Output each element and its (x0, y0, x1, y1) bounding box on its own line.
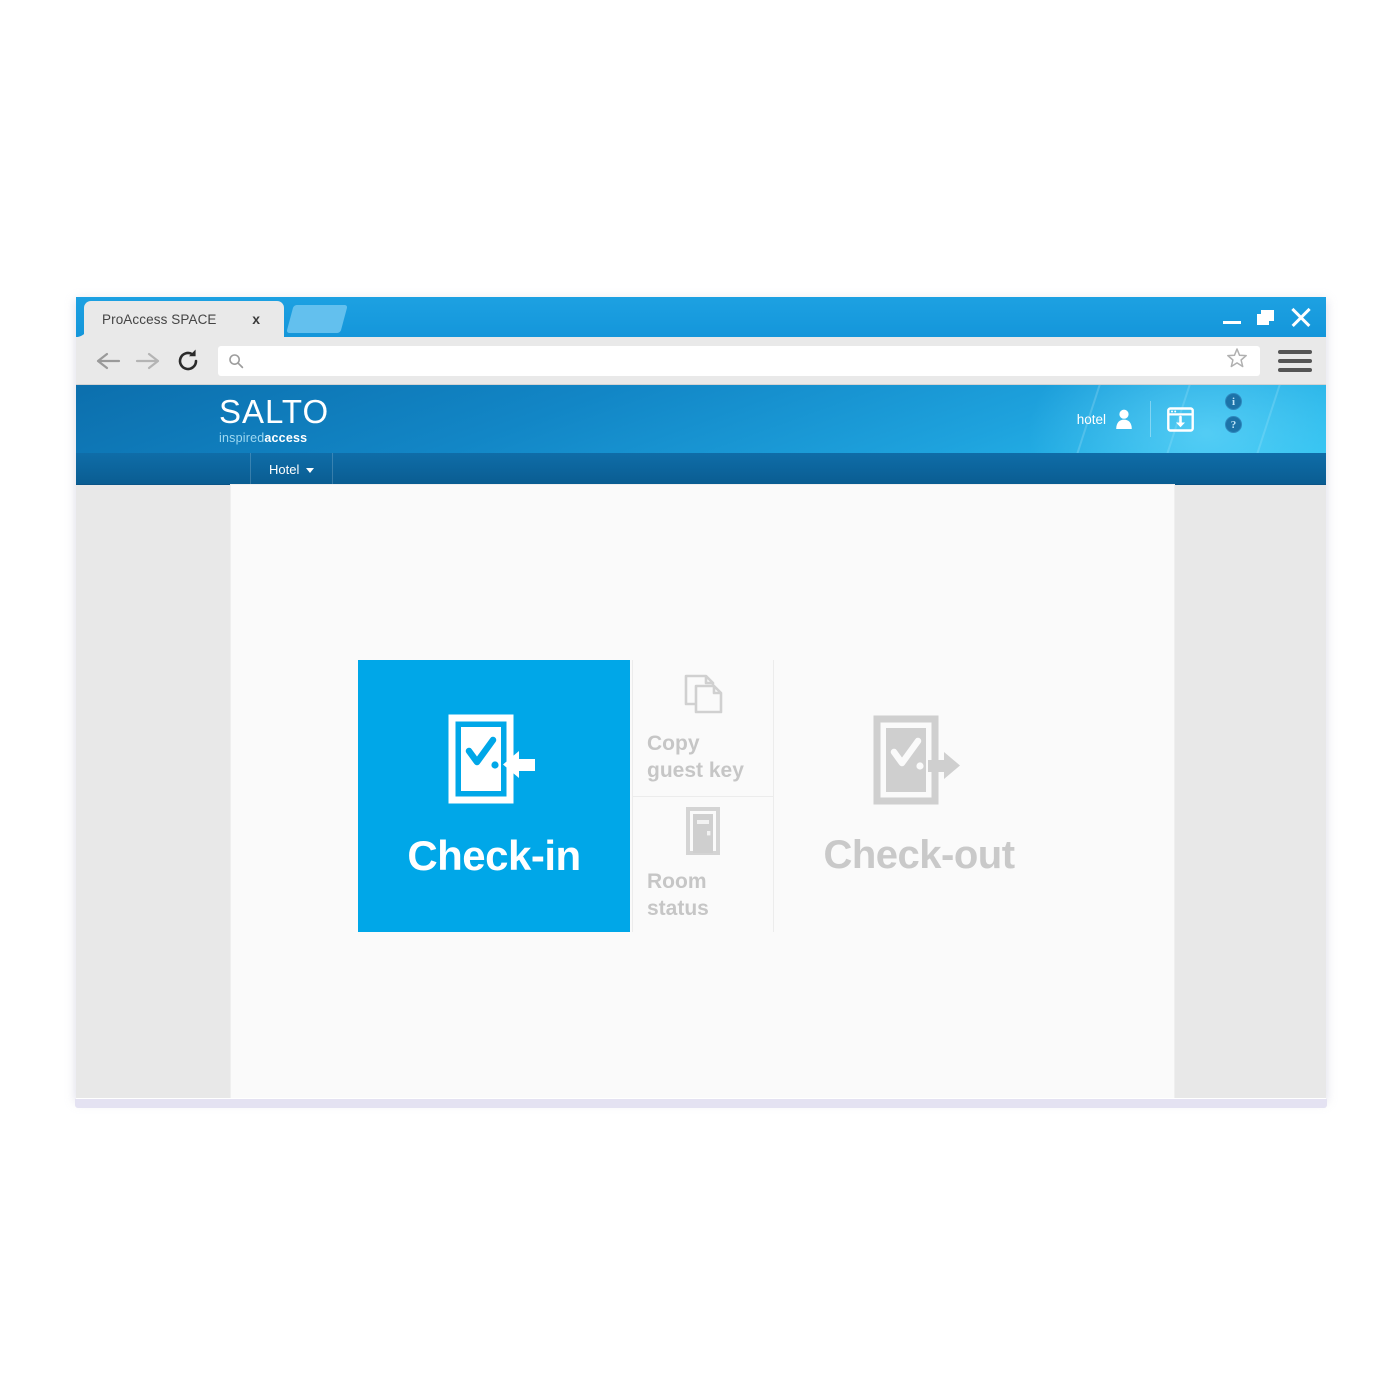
tile-copy-guest-key-label: Copy guest key (647, 732, 744, 783)
app-navigation-bar: Hotel (76, 453, 1326, 485)
browser-toolbar (76, 337, 1326, 385)
minimize-icon[interactable] (1223, 311, 1241, 324)
restore-icon[interactable] (1257, 309, 1274, 325)
header-actions: hotel (1077, 385, 1210, 453)
star-icon[interactable] (1226, 347, 1248, 374)
door-check-out-icon (873, 715, 960, 805)
logo-tagline: inspiredaccess (219, 431, 329, 445)
screenshot-stage: ProAccess SPACE x SALTO inspiredaccess h… (0, 0, 1400, 1400)
close-icon[interactable] (1290, 306, 1312, 328)
user-menu[interactable]: hotel (1077, 408, 1150, 430)
salto-logo: SALTO inspiredaccess (219, 393, 330, 446)
content-panel: Check-in Copy guest key Room status Chec… (231, 485, 1174, 1098)
info-icon[interactable]: i (1225, 393, 1242, 410)
tab-close-icon[interactable]: x (252, 310, 260, 328)
reload-icon[interactable] (168, 341, 208, 381)
header-info-icons: i ? (1225, 393, 1242, 433)
tile-check-in[interactable]: Check-in (358, 660, 630, 932)
tile-grid: Check-in Copy guest key Room status Chec… (358, 660, 1064, 932)
search-icon (229, 353, 244, 368)
nav-item-hotel[interactable]: Hotel (250, 453, 334, 485)
browser-tab[interactable]: ProAccess SPACE x (84, 301, 284, 337)
help-icon[interactable]: ? (1225, 416, 1242, 433)
logo-wordmark: SALTO (219, 393, 330, 430)
tile-check-out[interactable]: Check-out (774, 660, 1064, 932)
tile-copy-guest-key[interactable]: Copy guest key (633, 660, 773, 796)
tile-room-status-label: Room status (647, 869, 709, 920)
user-label: hotel (1076, 411, 1106, 427)
browser-tab-strip: ProAccess SPACE x (76, 297, 1326, 337)
logo-tagline-inspired: inspired (219, 431, 265, 445)
back-arrow-icon[interactable] (88, 341, 128, 381)
forward-arrow-icon[interactable] (128, 341, 168, 381)
logo-tagline-access: access (264, 431, 308, 445)
nav-item-hotel-label: Hotel (269, 461, 300, 477)
address-bar[interactable] (218, 345, 1260, 376)
app-header: SALTO inspiredaccess hotel i ? (76, 385, 1326, 453)
application-area: SALTO inspiredaccess hotel i ? Hotel Che… (76, 385, 1326, 1098)
browser-window: ProAccess SPACE x SALTO inspiredaccess h… (75, 297, 1327, 1108)
chevron-down-icon (306, 467, 315, 473)
browser-tab-title: ProAccess SPACE (102, 311, 217, 327)
tile-check-in-label: Check-in (407, 831, 581, 879)
new-tab-icon[interactable] (286, 305, 348, 333)
tile-check-out-label: Check-out (823, 833, 1015, 877)
tile-middle-column: Copy guest key Room status (632, 660, 774, 932)
user-avatar-icon (1116, 409, 1132, 429)
browser-download-icon (1167, 406, 1194, 432)
download-button[interactable] (1151, 406, 1210, 433)
tile-room-status[interactable]: Room status (633, 795, 773, 933)
door-icon (685, 806, 721, 860)
window-controls (1223, 297, 1312, 337)
url-input[interactable] (254, 353, 1226, 368)
copy-documents-icon (680, 671, 726, 722)
door-check-in-icon (448, 714, 535, 803)
hamburger-menu-icon[interactable] (1278, 344, 1312, 378)
